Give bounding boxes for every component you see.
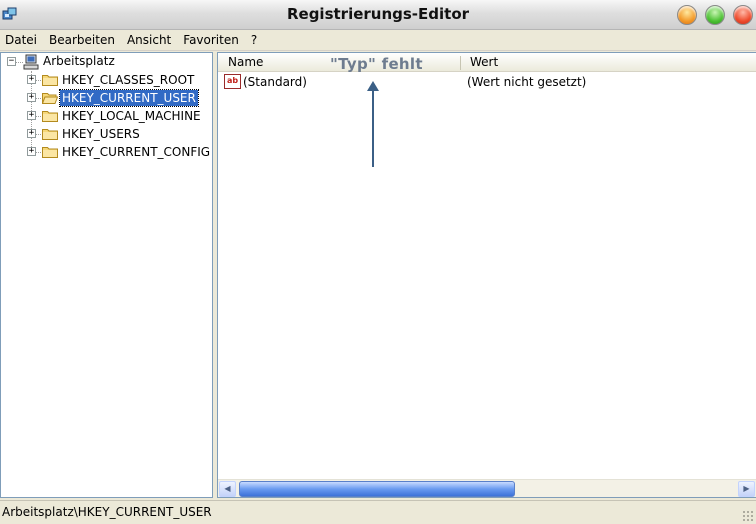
close-button[interactable] — [733, 5, 753, 25]
folder-icon — [42, 111, 58, 122]
menu-favoriten[interactable]: Favoriten — [178, 33, 246, 47]
collapse-icon[interactable]: − — [7, 57, 16, 66]
computer-icon — [23, 54, 39, 70]
folder-icon — [42, 75, 58, 86]
annotation-arrow — [372, 87, 374, 167]
status-path: Arbeitsplatz\HKEY_CURRENT_USER — [2, 505, 212, 519]
tree-item-hkey-current-user[interactable]: + HKEY_CURRENT_USER — [1, 89, 212, 107]
minimize-button[interactable] — [677, 5, 697, 25]
scroll-left-icon[interactable]: ◀ — [219, 481, 236, 497]
list-header: Name Wert "Typ" fehlt — [218, 53, 756, 73]
tree-item-label: Arbeitsplatz — [43, 54, 115, 68]
expand-icon[interactable]: + — [27, 93, 36, 102]
list-row[interactable]: ab (Standard) (Wert nicht gesetzt) — [218, 73, 756, 91]
values-list[interactable]: Name Wert "Typ" fehlt ab (Standard) (Wer… — [217, 52, 756, 498]
resize-grip-icon[interactable] — [742, 510, 754, 522]
maximize-button[interactable] — [705, 5, 725, 25]
tree-item-label: HKEY_LOCAL_MACHINE — [62, 109, 201, 123]
expand-icon[interactable]: + — [27, 129, 36, 138]
scroll-right-icon[interactable]: ▶ — [738, 481, 755, 497]
string-value-icon: ab — [224, 74, 241, 89]
tree-item-label: HKEY_CLASSES_ROOT — [62, 73, 195, 87]
menu-help[interactable]: ? — [246, 33, 264, 47]
column-header-wert[interactable]: Wert — [460, 53, 756, 71]
tree-pane[interactable]: − Arbeitsplatz + HKEY_CLASSES_ROOT + HKE… — [0, 52, 213, 498]
folder-open-icon — [42, 93, 58, 104]
menu-bar: Datei Bearbeiten Ansicht Favoriten ? — [0, 30, 756, 51]
folder-icon — [42, 129, 58, 140]
expand-icon[interactable]: + — [27, 147, 36, 156]
menu-ansicht[interactable]: Ansicht — [122, 33, 178, 47]
scrollbar-thumb[interactable] — [239, 481, 515, 497]
horizontal-scrollbar[interactable]: ◀ ▶ — [218, 479, 756, 497]
menu-datei[interactable]: Datei — [0, 33, 44, 47]
folder-icon — [42, 147, 58, 158]
tree-item-hkey-classes-root[interactable]: + HKEY_CLASSES_ROOT — [1, 71, 212, 89]
tree-item-label: HKEY_CURRENT_USER — [59, 89, 199, 107]
value-name: (Standard) — [243, 75, 307, 89]
window-title: Registrierungs-Editor — [286, 5, 470, 23]
expand-icon[interactable]: + — [27, 111, 36, 120]
tree-item-label: HKEY_CURRENT_CONFIG — [62, 145, 211, 159]
title-bar: Registrierungs-Editor — [0, 0, 756, 30]
expand-icon[interactable]: + — [27, 75, 36, 84]
status-bar: Arbeitsplatz\HKEY_CURRENT_USER — [0, 500, 756, 524]
annotation-label: "Typ" fehlt — [330, 55, 423, 73]
value-data: (Wert nicht gesetzt) — [467, 75, 587, 89]
tree-item-hkey-current-config[interactable]: + HKEY_CURRENT_CONFIG — [1, 143, 212, 161]
tree-item-arbeitsplatz[interactable]: − Arbeitsplatz — [1, 53, 212, 71]
tree-item-label: HKEY_USERS — [62, 127, 140, 141]
tree-item-hkey-local-machine[interactable]: + HKEY_LOCAL_MACHINE — [1, 107, 212, 125]
menu-bearbeiten[interactable]: Bearbeiten — [44, 33, 122, 47]
tree-item-hkey-users[interactable]: + HKEY_USERS — [1, 125, 212, 143]
